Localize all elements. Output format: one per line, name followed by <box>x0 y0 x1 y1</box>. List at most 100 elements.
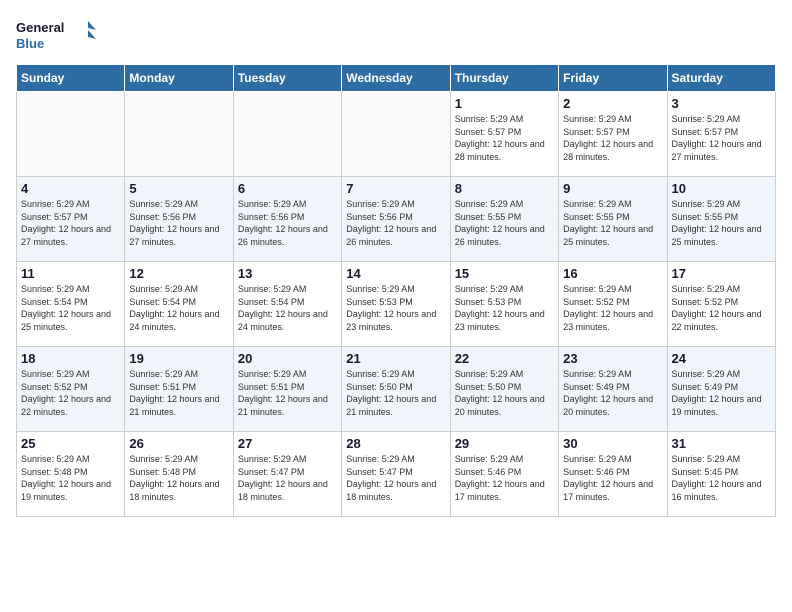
calendar-cell: 5 Sunrise: 5:29 AMSunset: 5:56 PMDaylight… <box>125 177 233 262</box>
day-number: 12 <box>129 266 228 281</box>
day-info: Sunrise: 5:29 AMSunset: 5:52 PMDaylight:… <box>21 368 120 418</box>
day-info: Sunrise: 5:29 AMSunset: 5:57 PMDaylight:… <box>563 113 662 163</box>
day-info: Sunrise: 5:29 AMSunset: 5:50 PMDaylight:… <box>455 368 554 418</box>
calendar-cell: 14Sunrise: 5:29 AMSunset: 5:53 PMDayligh… <box>342 262 450 347</box>
calendar-cell: 24Sunrise: 5:29 AMSunset: 5:49 PMDayligh… <box>667 347 775 432</box>
day-number: 20 <box>238 351 337 366</box>
day-number: 13 <box>238 266 337 281</box>
day-info: Sunrise: 5:29 AMSunset: 5:46 PMDaylight:… <box>455 453 554 503</box>
calendar-cell: 18 Sunrise: 5:29 AMSunset: 5:52 PMDayligh… <box>17 347 125 432</box>
day-info: Sunrise: 5:29 AMSunset: 5:47 PMDaylight:… <box>346 453 445 503</box>
calendar-cell: 7 Sunrise: 5:29 AMSunset: 5:56 PMDaylight… <box>342 177 450 262</box>
calendar-cell <box>17 92 125 177</box>
day-info: Sunrise: 5:29 AMSunset: 5:45 PMDaylight:… <box>672 453 771 503</box>
week-row-3: 11 Sunrise: 5:29 AMSunset: 5:54 PMDayligh… <box>17 262 776 347</box>
header-row: SundayMondayTuesdayWednesdayThursdayFrid… <box>17 65 776 92</box>
day-number: 15 <box>455 266 554 281</box>
day-number: 5 <box>129 181 228 196</box>
day-info: Sunrise: 5:29 AMSunset: 5:51 PMDaylight:… <box>129 368 228 418</box>
day-number: 3 <box>672 96 771 111</box>
day-info: Sunrise: 5:29 AMSunset: 5:48 PMDaylight:… <box>21 453 120 503</box>
calendar-cell: 4 Sunrise: 5:29 AMSunset: 5:57 PMDaylight… <box>17 177 125 262</box>
calendar-cell: 31 Sunrise: 5:29 AMSunset: 5:45 PMDayligh… <box>667 432 775 517</box>
calendar-table: SundayMondayTuesdayWednesdayThursdayFrid… <box>16 64 776 517</box>
day-info: Sunrise: 5:29 AMSunset: 5:57 PMDaylight:… <box>455 113 554 163</box>
day-info: Sunrise: 5:29 AMSunset: 5:46 PMDaylight:… <box>563 453 662 503</box>
day-number: 11 <box>21 266 120 281</box>
svg-text:General: General <box>16 20 64 35</box>
calendar-cell: 8 Sunrise: 5:29 AMSunset: 5:55 PMDaylight… <box>450 177 558 262</box>
calendar-cell: 6Sunrise: 5:29 AMSunset: 5:56 PMDaylight… <box>233 177 341 262</box>
day-header-monday: Monday <box>125 65 233 92</box>
calendar-cell: 3 Sunrise: 5:29 AMSunset: 5:57 PMDaylight… <box>667 92 775 177</box>
day-info: Sunrise: 5:29 AMSunset: 5:53 PMDaylight:… <box>455 283 554 333</box>
header: General Blue <box>16 16 776 56</box>
calendar-cell: 19 Sunrise: 5:29 AMSunset: 5:51 PMDayligh… <box>125 347 233 432</box>
day-info: Sunrise: 5:29 AMSunset: 5:52 PMDaylight:… <box>672 283 771 333</box>
week-row-5: 25 Sunrise: 5:29 AMSunset: 5:48 PMDayligh… <box>17 432 776 517</box>
calendar-cell: 15 Sunrise: 5:29 AMSunset: 5:53 PMDayligh… <box>450 262 558 347</box>
calendar-cell: 23Sunrise: 5:29 AMSunset: 5:49 PMDayligh… <box>559 347 667 432</box>
calendar-cell: 20 Sunrise: 5:29 AMSunset: 5:51 PMDayligh… <box>233 347 341 432</box>
day-info: Sunrise: 5:29 AMSunset: 5:56 PMDaylight:… <box>346 198 445 248</box>
day-number: 30 <box>563 436 662 451</box>
calendar-cell: 21 Sunrise: 5:29 AMSunset: 5:50 PMDayligh… <box>342 347 450 432</box>
week-row-2: 4 Sunrise: 5:29 AMSunset: 5:57 PMDaylight… <box>17 177 776 262</box>
day-number: 8 <box>455 181 554 196</box>
day-number: 18 <box>21 351 120 366</box>
day-info: Sunrise: 5:29 AMSunset: 5:54 PMDaylight:… <box>21 283 120 333</box>
calendar-cell: 30 Sunrise: 5:29 AMSunset: 5:46 PMDayligh… <box>559 432 667 517</box>
calendar-cell: 22 Sunrise: 5:29 AMSunset: 5:50 PMDayligh… <box>450 347 558 432</box>
calendar-cell: 13Sunrise: 5:29 AMSunset: 5:54 PMDayligh… <box>233 262 341 347</box>
day-number: 21 <box>346 351 445 366</box>
day-info: Sunrise: 5:29 AMSunset: 5:57 PMDaylight:… <box>21 198 120 248</box>
day-info: Sunrise: 5:29 AMSunset: 5:56 PMDaylight:… <box>129 198 228 248</box>
day-info: Sunrise: 5:29 AMSunset: 5:47 PMDaylight:… <box>238 453 337 503</box>
day-number: 24 <box>672 351 771 366</box>
day-header-friday: Friday <box>559 65 667 92</box>
calendar-cell: 26 Sunrise: 5:29 AMSunset: 5:48 PMDayligh… <box>125 432 233 517</box>
day-number: 7 <box>346 181 445 196</box>
calendar-cell: 2 Sunrise: 5:29 AMSunset: 5:57 PMDaylight… <box>559 92 667 177</box>
day-number: 29 <box>455 436 554 451</box>
calendar-cell: 9Sunrise: 5:29 AMSunset: 5:55 PMDaylight… <box>559 177 667 262</box>
calendar-cell: 10Sunrise: 5:29 AMSunset: 5:55 PMDayligh… <box>667 177 775 262</box>
calendar-cell: 11 Sunrise: 5:29 AMSunset: 5:54 PMDayligh… <box>17 262 125 347</box>
day-header-saturday: Saturday <box>667 65 775 92</box>
day-number: 22 <box>455 351 554 366</box>
calendar-cell: 1 Sunrise: 5:29 AMSunset: 5:57 PMDaylight… <box>450 92 558 177</box>
day-number: 31 <box>672 436 771 451</box>
day-number: 14 <box>346 266 445 281</box>
day-info: Sunrise: 5:29 AMSunset: 5:52 PMDaylight:… <box>563 283 662 333</box>
day-info: Sunrise: 5:29 AMSunset: 5:55 PMDaylight:… <box>455 198 554 248</box>
day-number: 1 <box>455 96 554 111</box>
calendar-cell <box>342 92 450 177</box>
day-number: 4 <box>21 181 120 196</box>
day-number: 19 <box>129 351 228 366</box>
day-number: 2 <box>563 96 662 111</box>
calendar-cell <box>233 92 341 177</box>
calendar-cell: 25 Sunrise: 5:29 AMSunset: 5:48 PMDayligh… <box>17 432 125 517</box>
day-number: 26 <box>129 436 228 451</box>
day-number: 17 <box>672 266 771 281</box>
calendar-cell: 17 Sunrise: 5:29 AMSunset: 5:52 PMDayligh… <box>667 262 775 347</box>
day-number: 25 <box>21 436 120 451</box>
day-number: 10 <box>672 181 771 196</box>
day-info: Sunrise: 5:29 AMSunset: 5:55 PMDaylight:… <box>563 198 662 248</box>
day-info: Sunrise: 5:29 AMSunset: 5:49 PMDaylight:… <box>563 368 662 418</box>
day-number: 27 <box>238 436 337 451</box>
day-number: 16 <box>563 266 662 281</box>
day-info: Sunrise: 5:29 AMSunset: 5:57 PMDaylight:… <box>672 113 771 163</box>
day-info: Sunrise: 5:29 AMSunset: 5:51 PMDaylight:… <box>238 368 337 418</box>
week-row-4: 18 Sunrise: 5:29 AMSunset: 5:52 PMDayligh… <box>17 347 776 432</box>
calendar-cell: 28Sunrise: 5:29 AMSunset: 5:47 PMDayligh… <box>342 432 450 517</box>
day-info: Sunrise: 5:29 AMSunset: 5:50 PMDaylight:… <box>346 368 445 418</box>
logo: General Blue <box>16 16 96 56</box>
logo-svg: General Blue <box>16 16 96 56</box>
day-header-wednesday: Wednesday <box>342 65 450 92</box>
day-info: Sunrise: 5:29 AMSunset: 5:48 PMDaylight:… <box>129 453 228 503</box>
calendar-cell: 16 Sunrise: 5:29 AMSunset: 5:52 PMDayligh… <box>559 262 667 347</box>
day-header-thursday: Thursday <box>450 65 558 92</box>
week-row-1: 1 Sunrise: 5:29 AMSunset: 5:57 PMDaylight… <box>17 92 776 177</box>
day-header-sunday: Sunday <box>17 65 125 92</box>
